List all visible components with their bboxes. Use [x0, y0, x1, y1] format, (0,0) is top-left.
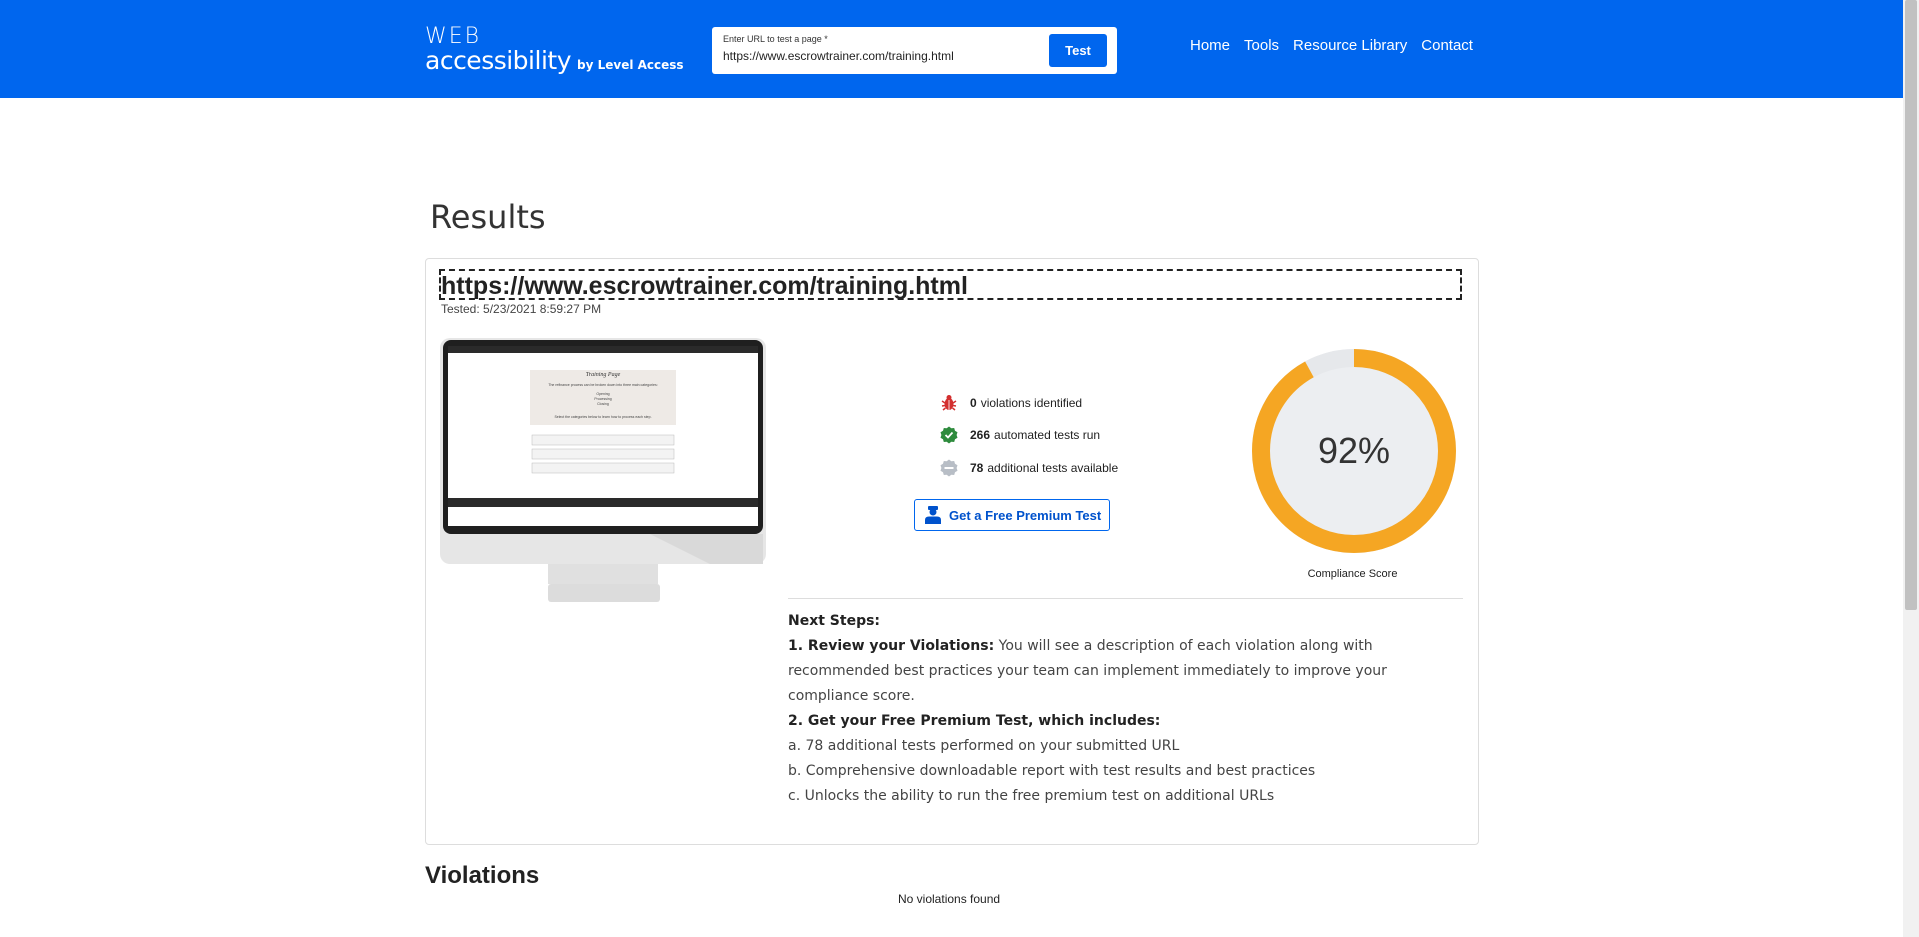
- nav-contact[interactable]: Contact: [1421, 37, 1473, 54]
- main-nav: Home Tools Resource Library Contact: [1190, 37, 1473, 54]
- step2-item-b: b. Comprehensive downloadable report wit…: [788, 763, 1316, 779]
- preview-instruction: Select the categories below to learn how…: [554, 415, 651, 419]
- automated-tests-label: automated tests run: [994, 428, 1101, 442]
- additional-tests-label: additional tests available: [987, 461, 1119, 475]
- free-premium-test-button[interactable]: Get a Free Premium Test: [914, 499, 1110, 531]
- divider: [788, 598, 1463, 599]
- score-value: 92%: [1318, 430, 1390, 471]
- violations-label: violations identified: [980, 396, 1083, 410]
- url-test-form: Enter URL to test a page * Test: [712, 27, 1117, 74]
- stat-additional-tests: 78 additional tests available: [940, 459, 1118, 477]
- tested-date: Tested: 5/23/2021 8:59:27 PM: [441, 302, 602, 316]
- stat-violations: 0 violations identified: [940, 394, 1082, 412]
- minus-badge-icon: [940, 459, 958, 477]
- preview-category-2: Processing: [594, 397, 611, 401]
- compliance-score-gauge: 92%: [1249, 346, 1459, 561]
- preview-intro: The refinance process can be broken down…: [548, 383, 657, 387]
- stat-automated-tests: 266 automated tests run: [940, 426, 1100, 444]
- check-badge-icon: [940, 426, 958, 444]
- no-violations-text: No violations found: [898, 892, 1001, 906]
- bug-icon: [940, 394, 958, 412]
- site-logo[interactable]: WEB accessibility by Level Access: [425, 26, 684, 78]
- logo-line1: WEB: [425, 24, 482, 49]
- logo-line2: accessibility: [425, 46, 572, 75]
- step2-item-a: a. 78 additional tests performed on your…: [788, 738, 1180, 754]
- url-label: Enter URL to test a page *: [723, 34, 828, 44]
- logo-by: by Level Access: [577, 58, 684, 72]
- violations-heading: Violations: [425, 862, 540, 889]
- url-input[interactable]: [723, 49, 1033, 63]
- nav-tools[interactable]: Tools: [1244, 37, 1279, 54]
- nav-resource-library[interactable]: Resource Library: [1293, 37, 1407, 54]
- preview-category-1: Opening: [596, 392, 609, 396]
- preview-category-3: Closing: [597, 402, 609, 406]
- violations-count: 0: [970, 396, 977, 410]
- step2-title: 2. Get your Free Premium Test, which inc…: [788, 713, 1161, 729]
- next-steps-heading: Next Steps:: [788, 613, 881, 629]
- step1-title: 1. Review your Violations:: [788, 638, 995, 654]
- scrollbar-thumb[interactable]: [1905, 0, 1917, 610]
- nav-home[interactable]: Home: [1190, 37, 1230, 54]
- compliance-score-label: Compliance Score: [1307, 568, 1398, 580]
- user-icon: [925, 506, 941, 524]
- page-title: Results: [430, 198, 546, 236]
- site-header: WEB accessibility by Level Access Enter U…: [0, 0, 1903, 98]
- tested-url: https://www.escrowtrainer.com/training.h…: [439, 269, 1462, 300]
- page-scrollbar[interactable]: [1903, 0, 1919, 937]
- step2-item-c: c. Unlocks the ability to run the free p…: [788, 788, 1275, 804]
- premium-button-label: Get a Free Premium Test: [949, 507, 1102, 523]
- automated-tests-count: 266: [970, 428, 991, 442]
- next-steps: Next Steps: 1. Review your Violations: Y…: [788, 609, 1468, 809]
- additional-tests-count: 78: [970, 461, 984, 475]
- preview-title: Training Page: [586, 372, 621, 378]
- page-preview-monitor: Training Page The refinance process can …: [440, 338, 768, 609]
- test-button[interactable]: Test: [1049, 34, 1107, 67]
